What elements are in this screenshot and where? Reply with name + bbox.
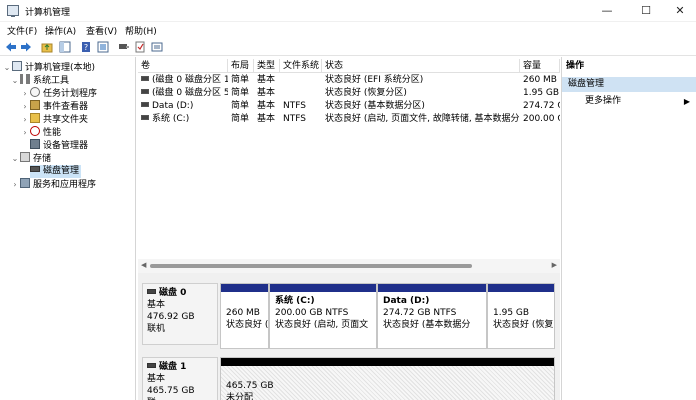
menu-action[interactable]: 操作(A) <box>45 24 76 37</box>
properties-icon[interactable] <box>97 41 109 53</box>
chevron-down-icon[interactable]: ⌄ <box>2 61 12 74</box>
show-tree-icon[interactable] <box>59 41 71 53</box>
svg-text:?: ? <box>84 43 88 52</box>
chevron-down-icon[interactable]: ⌄ <box>10 152 20 165</box>
maximize-button[interactable]: ☐ <box>631 3 661 19</box>
close-button[interactable]: ✕ <box>665 3 695 19</box>
partition-system-c[interactable]: 系统 (C:) 200.00 GB NTFS 状态良好 (启动, 页面文 <box>269 283 377 349</box>
shared-folder-icon <box>30 113 40 123</box>
table-row[interactable]: Data (D:) 简单 基本 NTFS 状态良好 (基本数据分区) 274.7… <box>138 100 560 113</box>
more-actions-item[interactable]: 更多操作 ▶ <box>562 95 696 108</box>
volume-icon <box>141 89 149 94</box>
table-row[interactable]: (磁盘 0 磁盘分区 5) 简单 基本 状态良好 (恢复分区) 1.95 GB <box>138 87 560 100</box>
scrollbar-thumb[interactable] <box>150 264 472 268</box>
partition-efi[interactable]: 260 MB 状态良好 ( <box>220 283 269 349</box>
actions-pane: 操作 磁盘管理 更多操作 ▶ <box>561 57 696 400</box>
back-arrow-icon[interactable] <box>5 41 17 53</box>
tree-node-disk-management[interactable]: 磁盘管理 <box>30 165 82 178</box>
toolbar: ? <box>0 38 696 56</box>
table-row[interactable]: (磁盘 0 磁盘分区 1) 简单 基本 状态良好 (EFI 系统分区) 260 … <box>138 74 560 87</box>
tools-icon <box>20 74 30 84</box>
navigation-tree: ⌄ 计算机管理(本地) ⌄ 系统工具 › 任务计划程序 › 事件查看器 › 共享文件夹 ›… <box>0 57 136 400</box>
storage-icon <box>20 152 30 162</box>
column-header-layout[interactable]: 布局 <box>228 59 254 73</box>
column-header-filesystem[interactable]: 文件系统 <box>280 59 322 73</box>
event-viewer-icon <box>30 100 40 110</box>
chevron-right-icon[interactable]: › <box>20 126 30 139</box>
tree-node-performance[interactable]: › 性能 <box>20 126 61 139</box>
disk-graph-view: 磁盘 0 基本 476.92 GB 联机 260 MB 状态良好 ( 系统 (C… <box>138 279 560 400</box>
menu-view[interactable]: 查看(V) <box>86 24 117 37</box>
disk-0-label[interactable]: 磁盘 0 基本 476.92 GB 联机 <box>142 283 218 345</box>
title-bar: 计算机管理 — ☐ ✕ <box>0 0 696 22</box>
computer-management-icon <box>7 5 19 17</box>
device-manager-icon <box>30 139 40 149</box>
clock-icon <box>30 87 40 97</box>
chevron-right-icon[interactable]: › <box>20 100 30 113</box>
export-icon[interactable] <box>151 41 163 53</box>
tree-node-storage[interactable]: ⌄ 存储 <box>10 152 51 165</box>
chevron-down-icon[interactable]: ⌄ <box>10 74 20 87</box>
actions-section-disk-management[interactable]: 磁盘管理 <box>562 77 696 92</box>
scroll-right-icon[interactable]: ▶ <box>552 261 557 269</box>
folder-up-icon[interactable] <box>41 41 53 53</box>
partition-unallocated[interactable]: 465.75 GB 未分配 <box>220 357 555 400</box>
column-header-capacity[interactable]: 容量 <box>520 59 560 73</box>
column-header-volume[interactable]: 卷 <box>138 59 228 73</box>
actions-header: 操作 <box>566 61 585 71</box>
horizontal-scrollbar[interactable]: ◀ ▶ <box>138 259 560 273</box>
scroll-left-icon[interactable]: ◀ <box>141 261 146 269</box>
partition-data-d[interactable]: Data (D:) 274.72 GB NTFS 状态良好 (基本数据分 <box>377 283 487 349</box>
window-title: 计算机管理 <box>25 8 71 18</box>
tree-node-event-viewer[interactable]: › 事件查看器 <box>20 100 88 113</box>
tree-node-shared-folders[interactable]: › 共享文件夹 <box>20 113 88 126</box>
chevron-right-icon: ▶ <box>683 97 690 106</box>
minimize-button[interactable]: — <box>592 3 622 19</box>
connect-icon[interactable] <box>118 41 130 53</box>
disk-1-label[interactable]: 磁盘 1 基本 465.75 GB 联 <box>142 357 218 400</box>
disk-icon <box>147 289 156 294</box>
column-header-status[interactable]: 状态 <box>322 59 520 73</box>
menu-file[interactable]: 文件(F) <box>7 24 37 37</box>
column-header-type[interactable]: 类型 <box>254 59 280 73</box>
menu-help[interactable]: 帮助(H) <box>125 24 157 37</box>
disk-icon <box>147 363 156 368</box>
menu-bar: 文件(F) 操作(A) 查看(V) 帮助(H) <box>0 22 696 38</box>
tree-node-services-and-applications[interactable]: › 服务和应用程序 <box>10 178 96 191</box>
volume-icon <box>141 115 149 120</box>
chevron-right-icon[interactable]: › <box>20 87 30 100</box>
tree-node-device-manager[interactable]: 设备管理器 <box>30 139 88 152</box>
table-row[interactable]: 系统 (C:) 简单 基本 NTFS 状态良好 (启动, 页面文件, 故障转储,… <box>138 113 560 126</box>
forward-arrow-icon[interactable] <box>20 41 32 53</box>
tree-node-task-scheduler[interactable]: › 任务计划程序 <box>20 87 97 100</box>
performance-icon <box>30 126 40 136</box>
tree-node-computer-management[interactable]: ⌄ 计算机管理(本地) <box>2 61 95 74</box>
chevron-right-icon[interactable]: › <box>20 113 30 126</box>
tree-node-system-tools[interactable]: ⌄ 系统工具 <box>10 74 69 87</box>
volume-icon <box>141 102 149 107</box>
help-book-icon[interactable]: ? <box>80 41 92 53</box>
volume-icon <box>141 76 149 81</box>
chevron-right-icon[interactable]: › <box>10 178 20 191</box>
volume-list: 卷 布局 类型 文件系统 状态 容量 (磁盘 0 磁盘分区 1) 简单 基本 状… <box>138 57 560 273</box>
services-icon <box>20 178 30 188</box>
partition-recovery[interactable]: 1.95 GB 状态良好 (恢复 <box>487 283 555 349</box>
computer-management-icon <box>12 61 22 71</box>
disk-management-icon <box>30 166 40 172</box>
check-icon[interactable] <box>134 41 146 53</box>
